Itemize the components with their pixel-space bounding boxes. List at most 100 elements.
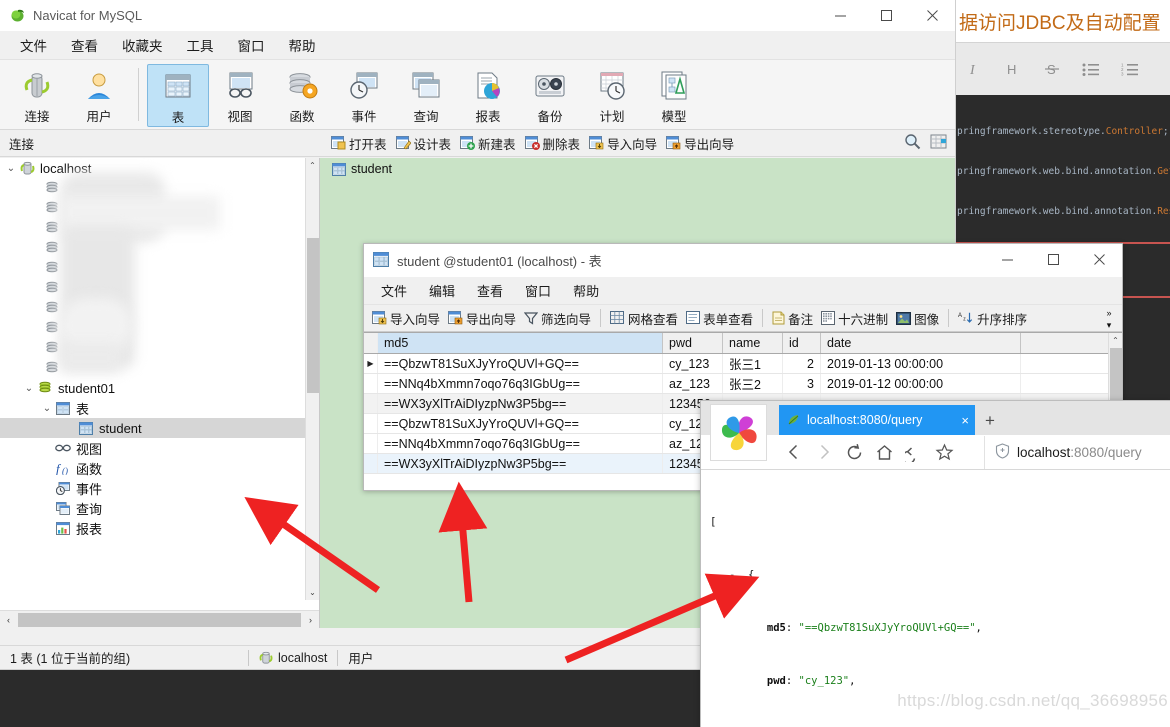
toolbar-user[interactable]: 用户 <box>68 64 130 127</box>
cell-name[interactable]: 张三1 <box>723 354 783 373</box>
toolbar-report[interactable]: 报表 <box>457 64 519 127</box>
toolbar-schedule[interactable]: 计划 <box>581 64 643 127</box>
toolbar-table[interactable]: 表 <box>147 64 209 127</box>
scrollbar-thumb[interactable] <box>1110 348 1122 402</box>
forward-icon[interactable] <box>809 437 839 467</box>
grid-col-header-id[interactable]: id <box>783 333 821 353</box>
tw-action-hex[interactable]: 十六进制 <box>817 308 892 329</box>
bookmark-star-icon[interactable] <box>929 437 959 467</box>
scrollbar-thumb[interactable] <box>307 238 319 393</box>
bullet-list-icon[interactable] <box>1080 58 1102 80</box>
history-icon[interactable] <box>899 437 929 467</box>
maximize-icon[interactable] <box>1030 244 1076 275</box>
tw-action-form-view[interactable]: 表单查看 <box>682 308 757 329</box>
menu-help[interactable]: 帮助 <box>277 32 328 58</box>
heading-icon[interactable]: H <box>1002 58 1024 80</box>
toolbar-model[interactable]: 模型 <box>643 64 705 127</box>
tw-action-image[interactable]: 图像 <box>892 308 943 329</box>
minimize-icon[interactable] <box>817 0 863 31</box>
minimize-icon[interactable] <box>984 244 1030 275</box>
tree-node-views-folder[interactable]: 视图 <box>0 438 305 458</box>
tw-action-export-wizard[interactable]: 导出向导 <box>444 308 520 329</box>
tree-node-queries-folder[interactable]: 查询 <box>0 498 305 518</box>
strikethrough-icon[interactable]: S <box>1041 58 1063 80</box>
toolbar-overflow-button[interactable]: » ▾ <box>1100 305 1118 333</box>
cell-id[interactable]: 2 <box>783 354 821 373</box>
tree-node-functions-folder[interactable]: f() 函数 <box>0 458 305 478</box>
tree-node-tables-folder[interactable]: ⌄ 表 <box>0 398 305 418</box>
list-item[interactable] <box>0 318 305 338</box>
cell-md5[interactable]: ==QbzwT81SuXJyYroQUVl+GQ== <box>378 354 663 373</box>
grid-col-header-pwd[interactable]: pwd <box>663 333 723 353</box>
chevron-down-icon[interactable]: ▾ <box>1107 320 1112 330</box>
tree-node-events-folder[interactable]: 事件 <box>0 478 305 498</box>
tw-action-note[interactable]: 备注 <box>768 308 817 329</box>
scroll-down-icon[interactable]: ⌄ <box>306 585 319 600</box>
browser-tab-active[interactable]: localhost:8080/query × <box>779 405 975 435</box>
toolbar-event[interactable]: 事件 <box>333 64 395 127</box>
cell-date[interactable]: 2019-01-13 00:00:00 <box>821 354 1021 373</box>
action-export-wizard[interactable]: 导出向导 <box>663 132 737 155</box>
scroll-left-icon[interactable]: ‹ <box>0 615 17 625</box>
table-row[interactable]: ▶ ==QbzwT81SuXJyYroQUVl+GQ== cy_123 张三1 … <box>364 354 1122 374</box>
cell-id[interactable]: 3 <box>783 374 821 393</box>
chevron-down-icon[interactable]: ⌄ <box>40 403 54 414</box>
menu-window[interactable]: 窗口 <box>226 32 277 58</box>
chevron-down-icon[interactable]: ⌄ <box>4 163 18 174</box>
tree-node-student-table[interactable]: student <box>0 418 305 438</box>
action-open-table[interactable]: 打开表 <box>328 132 390 155</box>
scrollbar-thumb[interactable] <box>18 612 301 627</box>
close-icon[interactable] <box>909 0 955 31</box>
toolbar-view[interactable]: 视图 <box>209 64 271 127</box>
toolbar-connection[interactable]: 连接 <box>6 64 68 127</box>
scroll-right-icon[interactable]: › <box>302 615 319 625</box>
browser-url-text[interactable]: localhost:8080/query <box>1017 445 1142 460</box>
grid-col-header-md5[interactable]: md5 <box>378 333 663 353</box>
tree-node-student01[interactable]: ⌄ student01 <box>0 378 305 398</box>
menu-tools[interactable]: 工具 <box>175 32 226 58</box>
tw-action-import-wizard[interactable]: 导入向导 <box>368 308 444 329</box>
maximize-icon[interactable] <box>863 0 909 31</box>
cell-date[interactable]: 2019-01-12 00:00:00 <box>821 374 1021 393</box>
table-row[interactable]: ==NNq4bXmmn7oqo76q3IGbUg== az_123 张三2 3 … <box>364 374 1122 394</box>
action-design-table[interactable]: 设计表 <box>393 132 455 155</box>
browser-address-bar[interactable]: localhost:8080/query <box>984 435 1170 469</box>
tree-vertical-scrollbar[interactable]: ⌃ ⌄ <box>305 158 319 600</box>
new-tab-button[interactable]: + <box>985 411 995 431</box>
grid-col-header-name[interactable]: name <box>723 333 783 353</box>
close-icon[interactable]: × <box>951 413 969 428</box>
menu-edit[interactable]: 编辑 <box>418 279 466 302</box>
action-import-wizard[interactable]: 导入向导 <box>586 132 660 155</box>
toolbar-query[interactable]: 查询 <box>395 64 457 127</box>
menu-view[interactable]: 查看 <box>466 279 514 302</box>
grid-col-header-date[interactable]: date <box>821 333 1021 353</box>
list-item[interactable] <box>0 338 305 358</box>
back-icon[interactable] <box>779 437 809 467</box>
scroll-up-icon[interactable]: ⌃ <box>306 158 319 173</box>
cell-pwd[interactable]: cy_123 <box>663 354 723 373</box>
menu-file[interactable]: 文件 <box>8 32 59 58</box>
menu-favorites[interactable]: 收藏夹 <box>110 32 175 58</box>
action-delete-table[interactable]: 删除表 <box>522 132 584 155</box>
scroll-up-icon[interactable]: ⌃ <box>1109 333 1122 347</box>
menu-file[interactable]: 文件 <box>370 279 418 302</box>
close-icon[interactable] <box>1076 244 1122 275</box>
italic-icon[interactable]: I <box>963 58 985 80</box>
cell-md5[interactable]: ==NNq4bXmmn7oqo76q3IGbUg== <box>378 434 663 453</box>
cell-md5[interactable]: ==QbzwT81SuXJyYroQUVl+GQ== <box>378 414 663 433</box>
cell-md5[interactable]: ==NNq4bXmmn7oqo76q3IGbUg== <box>378 374 663 393</box>
cell-md5[interactable]: ==WX3yXlTrAiDIyzpNw3P5bg== <box>378 454 663 473</box>
tab-student[interactable]: student <box>326 160 398 178</box>
list-item[interactable] <box>0 258 305 278</box>
tw-action-sort-asc[interactable]: Az 升序排序 <box>954 308 1031 329</box>
list-item[interactable] <box>0 358 305 378</box>
tw-action-filter-wizard[interactable]: 筛选向导 <box>520 308 595 329</box>
grid-toggle-icon[interactable] <box>930 133 947 153</box>
cell-pwd[interactable]: az_123 <box>663 374 723 393</box>
action-new-table[interactable]: 新建表 <box>457 132 519 155</box>
toolbar-function[interactable]: 函数 <box>271 64 333 127</box>
menu-view[interactable]: 查看 <box>59 32 110 58</box>
cell-name[interactable]: 张三2 <box>723 374 783 393</box>
numbered-list-icon[interactable]: 1 2 3 <box>1119 58 1141 80</box>
chevron-down-icon[interactable]: ⌄ <box>22 383 36 394</box>
